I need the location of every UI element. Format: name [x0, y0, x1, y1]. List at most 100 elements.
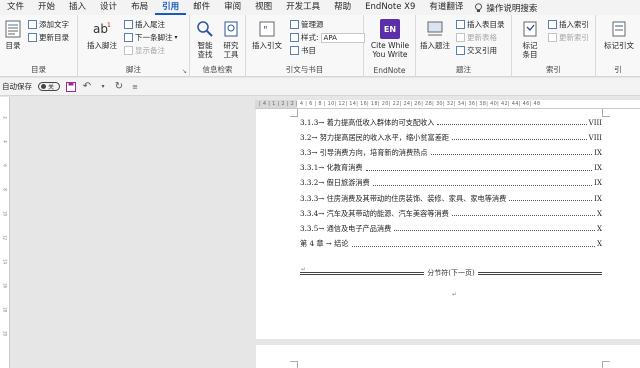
insert-citation-button[interactable]: " 插入引文 — [252, 19, 282, 50]
horizontal-ruler[interactable]: | 4 | 1 | 2 | 2 | 4 | 6 | 8 | 10| 12| 14… — [255, 100, 640, 109]
save-icon[interactable] — [66, 81, 76, 92]
cite-while-you-write-button[interactable]: EN Cite While You Write — [367, 19, 413, 59]
show-notes-button[interactable]: 显示备注 — [124, 45, 165, 56]
toc-entry[interactable]: 第 4 章 → 结论 X — [300, 237, 602, 252]
toc-entry-page: X — [597, 240, 602, 249]
next-footnote-button[interactable]: 下一条脚注 ▾ — [124, 32, 178, 43]
menu-developer[interactable]: 开发工具 — [279, 0, 327, 15]
vruler-tick: 10 — [2, 210, 8, 217]
tell-me-search[interactable]: 操作说明搜索 — [470, 2, 537, 14]
toc-button-label: 目录 — [5, 41, 21, 50]
group-captions-label: 题注 — [456, 65, 471, 74]
autosave-label: 自动保存 — [2, 82, 32, 91]
menu-references[interactable]: 引用 — [155, 0, 187, 15]
vruler-tick: 2 — [2, 116, 8, 119]
insert-endnote-icon — [124, 20, 133, 29]
menu-bar: 文件 开始 插入 设计 布局 引用 邮件 审阅 视图 开发工具 帮助 EndNo… — [0, 0, 640, 15]
insert-citation-icon: " — [257, 19, 277, 39]
customize-toolbar-icon[interactable]: ≡ — [130, 82, 140, 92]
undo-icon[interactable]: ↶ — [82, 81, 92, 92]
redo-icon[interactable]: ↻ — [114, 81, 124, 92]
menu-youdao[interactable]: 有道翻译 — [422, 0, 470, 15]
menu-file[interactable]: 文件 — [0, 0, 31, 15]
toc-entry-text: 3.3.2→ 假日旅游消费 — [300, 178, 371, 189]
toc-leader — [509, 200, 593, 202]
toc-entry[interactable]: 3.1.3→ 着力提高低收入群体的可支配收入 VIII — [300, 115, 602, 130]
update-toc-button[interactable]: 更新目录 — [28, 32, 69, 43]
toc-entry-text: 3.1.3→ 着力提高低收入群体的可支配收入 — [300, 117, 436, 128]
menu-layout[interactable]: 布局 — [124, 0, 155, 15]
vruler-tick: 16 — [2, 282, 8, 289]
smart-lookup-button[interactable]: 智能查找 — [195, 19, 215, 59]
style-icon — [290, 33, 299, 42]
insert-table-of-figures-button[interactable]: 插入表目录 — [456, 19, 505, 30]
svg-text:": " — [263, 25, 268, 36]
next-document-page[interactable] — [256, 345, 640, 368]
margin-corner-mark — [290, 361, 298, 368]
lightbulb-icon — [475, 2, 483, 12]
group-authorities-label: 引 — [614, 65, 622, 74]
citation-style-select[interactable]: 样式: APA — [290, 32, 365, 43]
update-index-button[interactable]: 更新索引 — [548, 32, 589, 43]
autosave-toggle[interactable]: 关 — [38, 82, 60, 91]
cross-reference-icon — [456, 46, 465, 55]
group-captions: 插入题注 插入表目录 更新表格 交叉引用 题注 — [416, 15, 512, 77]
insert-footnote-button[interactable]: ab 1 插入脚注 — [87, 19, 117, 50]
group-toc: 目录 添加文字 更新目录 目录 — [0, 15, 78, 77]
toc-entry-page: VIII — [588, 133, 602, 142]
toc-entry-text: 3.3.4→ 汽车及其带动的能源、汽车美容等消费 — [300, 208, 450, 219]
menu-design[interactable]: 设计 — [93, 0, 124, 15]
toc-leader — [451, 215, 596, 217]
vruler-tick: 20 — [2, 330, 8, 337]
document-area[interactable]: 2 4 6 8 10 12 14 16 18 20 | 4 | 1 | 2 | … — [0, 97, 640, 368]
bibliography-button[interactable]: 书目 — [290, 45, 316, 56]
insert-caption-label: 插入题注 — [420, 41, 450, 50]
toc-entry-text: 3.3.1→ 化教育消费 — [300, 163, 364, 174]
ruler-scale: | 4 | 1 | 2 | 2 | 4 | 6 | 8 | 10| 12| 14… — [259, 101, 541, 107]
menu-endnote[interactable]: EndNote X9 — [358, 0, 422, 15]
manage-sources-label: 管理源 — [301, 20, 324, 29]
researcher-button[interactable]: 研究工具 — [221, 19, 241, 59]
empty-paragraph-mark: ↵ — [452, 291, 458, 298]
toc-entry[interactable]: 3.3.2→ 假日旅游消费 IX — [300, 176, 602, 191]
insert-citation-label: 插入引文 — [252, 41, 282, 50]
dialog-launcher-icon[interactable]: ↘ — [182, 68, 187, 75]
style-value[interactable]: APA — [320, 32, 365, 43]
toc-entry[interactable]: 3.3.3→ 住房消费及其带动的住房装饰、装修、家具、家电等消费 IX — [300, 191, 602, 206]
next-footnote-icon — [124, 33, 133, 42]
toc-entry[interactable]: 3.3.5→ 通信及电子产品消费 X — [300, 221, 602, 236]
toc-entry[interactable]: 3.3.1→ 化教育消费 IX — [300, 161, 602, 176]
mark-entry-button[interactable]: 标记条目 — [518, 19, 542, 59]
group-index-label: 索引 — [546, 65, 561, 74]
toc-entry[interactable]: 3.2→ 努力提高居民的收入水平，缩小贫富差距 VIII — [300, 130, 602, 145]
toc-entry-text: 3.3.3→ 住房消费及其带动的住房装饰、装修、家具、家电等消费 — [300, 193, 508, 204]
vruler-tick: 4 — [2, 140, 8, 143]
toc-entry[interactable]: 3.3.4→ 汽车及其带动的能源、汽车美容等消费 X — [300, 206, 602, 221]
toc-entry[interactable]: 3.3→ 引导消费方向，培育新的消费热点 IX — [300, 145, 602, 160]
menu-view[interactable]: 视图 — [248, 0, 279, 15]
menu-review[interactable]: 审阅 — [217, 0, 248, 15]
document-page[interactable]: 3.1.3→ 着力提高低收入群体的可支配收入 VIII 3.2→ 努力提高居民的收… — [256, 109, 640, 339]
toc-entry-page: X — [597, 224, 602, 233]
toc-button[interactable]: 目录 — [3, 19, 23, 50]
undo-dropdown-icon[interactable]: ▾ — [98, 82, 108, 92]
insert-index-button[interactable]: 插入索引 — [548, 19, 589, 30]
update-toc-icon — [28, 33, 37, 42]
margin-corner-mark — [602, 109, 610, 117]
menu-help[interactable]: 帮助 — [327, 0, 358, 15]
insert-caption-button[interactable]: 插入题注 — [420, 19, 450, 50]
insert-footnote-label: 插入脚注 — [87, 41, 117, 50]
menu-home[interactable]: 开始 — [31, 0, 62, 15]
menu-mailings[interactable]: 邮件 — [186, 0, 217, 15]
style-label: 样式: — [301, 33, 319, 42]
add-text-button[interactable]: 添加文字 — [28, 19, 69, 30]
cross-reference-button[interactable]: 交叉引用 — [456, 45, 497, 56]
menu-insert[interactable]: 插入 — [62, 0, 93, 15]
toc-icon — [3, 19, 23, 39]
update-table-button[interactable]: 更新表格 — [456, 32, 497, 43]
mark-citation-button[interactable]: 标记引文 — [600, 19, 638, 50]
mark-citation-label: 标记引文 — [604, 41, 634, 50]
manage-sources-button[interactable]: 管理源 — [290, 19, 324, 30]
group-index: 标记条目 插入索引 更新索引 索引 — [512, 15, 596, 77]
insert-endnote-button[interactable]: 插入尾注 — [124, 19, 165, 30]
